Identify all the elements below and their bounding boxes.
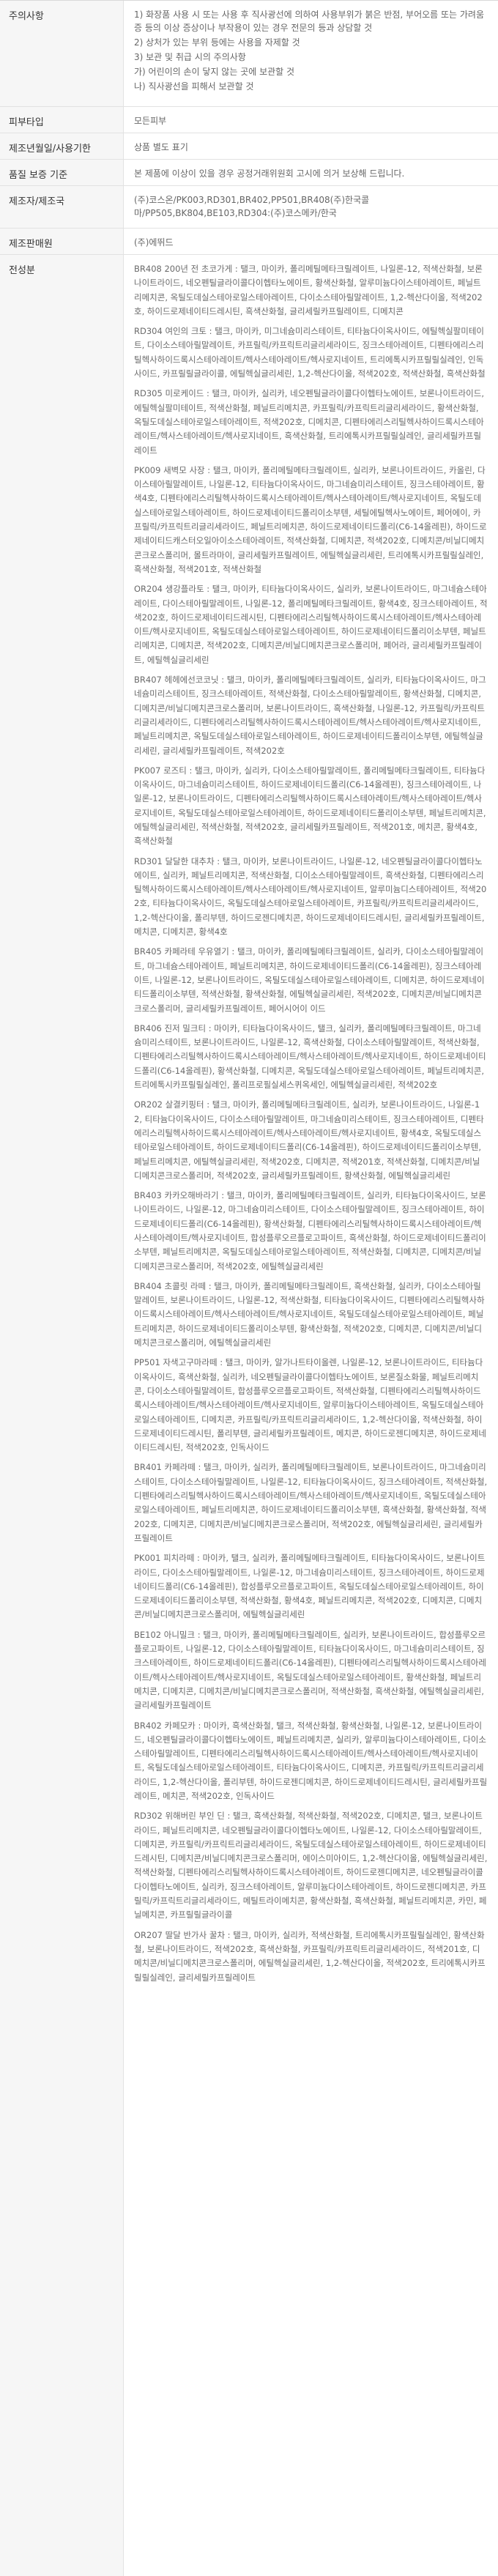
ingredient-entry: RD301 달달한 대추차 : 탤크, 마이카, 보론나이트라이드, 나일론-1… bbox=[134, 855, 487, 938]
ingredient-entry: OR204 생강플라토 : 탤크, 마이카, 티타늄다이옥사이드, 실리카, 보… bbox=[134, 584, 488, 665]
caution-text: 1) 화장품 사용 시 또는 사용 후 직사광선에 의하여 사용부위가 붉은 반… bbox=[124, 1, 498, 106]
row-warranty: 품질 보증 기준 본 제품에 이상이 있을 경우 공정거래위원회 고시에 의거 … bbox=[0, 160, 498, 186]
row-ingredients: 전성분 BR408 200년 전 초코가게 : 탤크, 마이카, 폴리메틸메타크… bbox=[0, 255, 498, 2576]
ingredient-entry: BR407 헤헤에선코코닛 : 탤크, 마이카, 폴리메틸메타크릴레이트, 실리… bbox=[134, 675, 486, 756]
ingredient-entry: OR207 딸달 반가사 꿀차 : 탤크, 마이카, 실리카, 적색산화철, 트… bbox=[134, 1929, 486, 1983]
ingredient-entry: BR408 200년 전 초코가게 : 탤크, 마이카, 폴리메틸메타크릴레이트… bbox=[134, 264, 483, 316]
caution-line: 1) 화장품 사용 시 또는 사용 후 직사광선에 의하여 사용부위가 붉은 반… bbox=[134, 10, 485, 33]
seller-value: (주)에뛰드 bbox=[134, 237, 174, 248]
product-info-table: 주의사항 1) 화장품 사용 시 또는 사용 후 직사광선에 의하여 사용부위가… bbox=[0, 0, 498, 2576]
row-label: 제조년월일/사용기한 bbox=[0, 133, 124, 159]
row-label: 품질 보증 기준 bbox=[0, 160, 124, 185]
row-manufacturer: 제조자/제조국 (주)코스온/PK003,RD301,BR402,PP501,B… bbox=[0, 186, 498, 229]
ingredient-entry: PK001 피치라떼 : 마이카, 탤크, 실리카, 폴리메틸메타크릴레이트, … bbox=[134, 1553, 486, 1620]
expiry-value: 상품 별도 표기 bbox=[134, 142, 188, 152]
caution-line: 3) 보관 및 취급 시의 주의사항 bbox=[134, 52, 246, 62]
ingredient-entry: BR406 진저 밀크티 : 마이카, 티타늄다이옥사이드, 탤크, 실리카, … bbox=[134, 1022, 486, 1091]
manufacturer-value: (주)코스온/PK003,RD301,BR402,PP501,BR408(주)한… bbox=[134, 195, 370, 218]
ingredient-entry: BE102 아니밀크 : 탤크, 마이카, 폴리메틸메타크릴레이트, 실리카, … bbox=[134, 1629, 486, 1711]
row-seller: 제조판매원 (주)에뛰드 bbox=[0, 229, 498, 255]
ingredient-entry: OR202 살결키핑터 : 탤크, 마이카, 폴리메틸메타크릴레이트, 실리카,… bbox=[134, 1099, 484, 1181]
caution-line: 2) 상처가 있는 부위 등에는 사용을 자제할 것 bbox=[134, 37, 300, 48]
ingredient-entry: BR405 카페라테 우유열기 : 탤크, 마이카, 폴리메틸메타크릴레이트, … bbox=[134, 946, 485, 1014]
row-caution: 주의사항 1) 화장품 사용 시 또는 사용 후 직사광선에 의하여 사용부위가… bbox=[0, 1, 498, 107]
caution-line: 나) 직사광선을 피해서 보관할 것 bbox=[134, 81, 254, 92]
row-skin-type: 피부타입 모든피부 bbox=[0, 107, 498, 133]
ingredient-entry: BR403 카카오해바라기 : 탤크, 마이카, 폴리메틸메타크릴레이트, 실리… bbox=[134, 1190, 486, 1272]
row-label: 전성분 bbox=[0, 255, 124, 2576]
row-expiry: 제조년월일/사용기한 상품 별도 표기 bbox=[0, 133, 498, 160]
ingredient-entry: BR401 카페라떼 : 탤크, 마이카, 실리카, 폴리메틸메타크릴레이트, … bbox=[134, 1462, 488, 1543]
ingredient-entry: BR402 카페모카 : 마이카, 흑색산화철, 탤크, 적색산화철, 황색산화… bbox=[134, 1720, 488, 1801]
ingredient-entry: PK007 로즈티 : 탤크, 마이카, 실리카, 다이소스테아릴말레이트, 폴… bbox=[134, 765, 486, 847]
ingredients-list: BR408 200년 전 초코가게 : 탤크, 마이카, 폴리메틸메타크릴레이트… bbox=[124, 255, 498, 2576]
caution-line: 가) 어린이의 손이 닿지 않는 곳에 보관할 것 bbox=[134, 67, 295, 77]
row-label: 제조자/제조국 bbox=[0, 186, 124, 228]
ingredient-entry: RD302 위해버린 부인 딘 : 탤크, 흑색산화철, 적색산화철, 적색20… bbox=[134, 1811, 488, 1920]
row-label: 피부타입 bbox=[0, 107, 124, 133]
ingredient-entry: BR404 초콜릿 라떼 : 탤크, 마이카, 폴리메틸메타크릴레이트, 흑색산… bbox=[134, 1280, 485, 1348]
ingredient-entry: PP501 자색고구마라떼 : 탤크, 마이카, 알가나트타이올렌, 나일론-1… bbox=[134, 1357, 486, 1453]
skin-type-value: 모든피부 bbox=[134, 116, 167, 126]
warranty-value: 본 제품에 이상이 있을 경우 공정거래위원회 고시에 의거 보상해 드립니다. bbox=[134, 168, 405, 179]
ingredient-entry: PK009 새벽모 사장 : 탤크, 마이카, 폴리메틸메타크릴레이트, 실리카… bbox=[134, 464, 487, 574]
row-label: 주의사항 bbox=[0, 1, 124, 106]
ingredient-entry: RD305 미로케이드 : 탤크, 마이카, 실리카, 네오펜틸글라이콜다이헵타… bbox=[134, 388, 484, 456]
row-label: 제조판매원 bbox=[0, 229, 124, 254]
ingredient-entry: RD304 여인의 크토 : 탤크, 마이카, 미그네슘미리스테이트, 티타늄다… bbox=[134, 326, 486, 379]
